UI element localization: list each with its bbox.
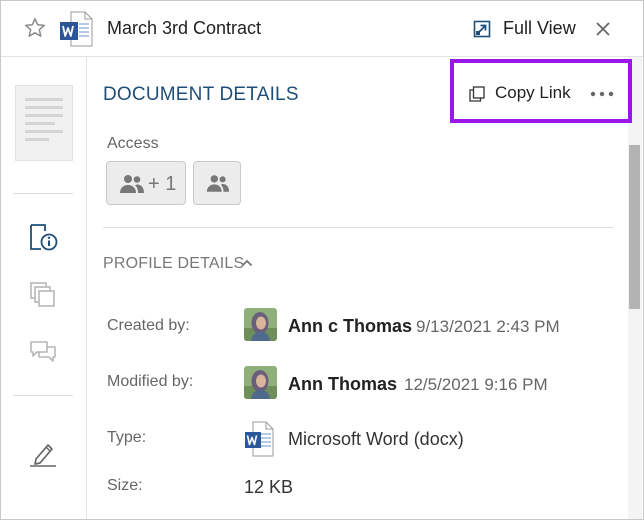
avatar[interactable]	[244, 308, 277, 341]
shared-count: + 1	[148, 173, 177, 195]
created-by-label: Created by:	[107, 317, 190, 334]
chevron-up-icon[interactable]	[240, 256, 254, 270]
people-icon	[206, 175, 230, 192]
copy-link-button[interactable]: Copy Link	[495, 83, 571, 103]
modified-by-name[interactable]: Ann Thomas	[288, 374, 397, 395]
scrollbar[interactable]	[628, 57, 642, 519]
access-label: Access	[107, 135, 159, 152]
file-type-value: Microsoft Word (docx)	[288, 429, 464, 449]
section-title: DOCUMENT DETAILS	[103, 84, 299, 105]
document-info-icon[interactable]	[27, 221, 59, 253]
panel-header: March 3rd Contract Full View	[1, 1, 643, 57]
copy-icon[interactable]	[469, 86, 485, 102]
word-icon	[60, 11, 93, 47]
file-size-value: 12 KB	[244, 477, 294, 497]
star-icon[interactable]	[23, 16, 47, 40]
size-label: Size:	[107, 477, 143, 494]
modified-timestamp: 12/5/2021 9:16 PM	[404, 375, 548, 394]
manage-access-button[interactable]	[193, 161, 241, 205]
modified-by-label: Modified by:	[107, 373, 194, 390]
avatar[interactable]	[244, 366, 277, 399]
document-thumbnail[interactable]	[15, 85, 73, 161]
document-details-panel: March 3rd Contract Full View DOCUMENT DE…	[0, 0, 644, 520]
type-label: Type:	[107, 429, 147, 446]
rail-divider	[13, 395, 73, 396]
side-rail	[1, 57, 87, 519]
full-view-button[interactable]: Full View	[503, 18, 576, 39]
word-icon	[245, 421, 274, 457]
comments-icon[interactable]	[27, 337, 59, 369]
profile-details-toggle[interactable]: PROFILE DETAILS	[103, 255, 244, 273]
people-icon	[120, 175, 144, 193]
scrollbar-thumb[interactable]	[629, 145, 640, 309]
created-by-name[interactable]: Ann c Thomas	[288, 316, 412, 337]
document-title: March 3rd Contract	[107, 18, 262, 38]
expand-icon[interactable]	[473, 20, 491, 38]
signature-pen-icon[interactable]	[27, 437, 59, 469]
more-options-icon[interactable]	[590, 91, 614, 97]
versions-icon[interactable]	[27, 279, 59, 311]
rail-divider	[13, 193, 73, 194]
close-icon[interactable]	[594, 20, 612, 38]
section-divider	[103, 227, 613, 228]
shared-users-button[interactable]: + 1	[106, 161, 186, 205]
created-timestamp: 9/13/2021 2:43 PM	[416, 317, 560, 336]
